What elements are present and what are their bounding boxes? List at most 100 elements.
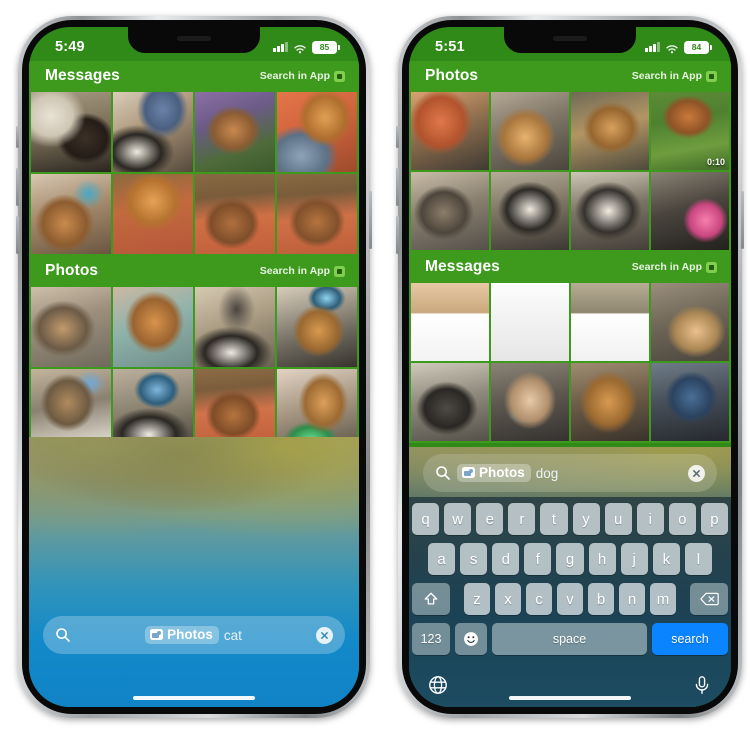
photo-cell[interactable] bbox=[651, 172, 729, 250]
photo-cell[interactable] bbox=[31, 287, 111, 367]
app-store-icon bbox=[334, 265, 345, 277]
search-key[interactable]: search bbox=[652, 623, 728, 655]
photo-cell[interactable] bbox=[571, 92, 649, 170]
search-scope-token[interactable]: Photos bbox=[145, 626, 219, 644]
volume-up-button[interactable] bbox=[16, 168, 19, 206]
key-i[interactable]: i bbox=[636, 503, 664, 535]
key-s[interactable]: s bbox=[460, 543, 488, 575]
photo-cell[interactable] bbox=[571, 283, 649, 361]
microphone-icon[interactable] bbox=[692, 675, 712, 695]
globe-icon[interactable] bbox=[428, 675, 448, 695]
key-o[interactable]: o bbox=[668, 503, 696, 535]
photo-cell[interactable] bbox=[491, 172, 569, 250]
photo-cell[interactable] bbox=[491, 283, 569, 361]
section-header-messages: Messages Search in App bbox=[409, 252, 731, 283]
key-c[interactable]: c bbox=[526, 583, 552, 615]
search-in-app-button[interactable]: Search in App bbox=[260, 70, 345, 82]
search-bar[interactable]: Photos cat bbox=[43, 616, 345, 654]
search-token-label: Photos bbox=[479, 465, 525, 480]
emoji-icon[interactable] bbox=[455, 623, 487, 655]
photo-cell[interactable] bbox=[195, 287, 275, 367]
photo-cell[interactable] bbox=[491, 92, 569, 170]
key-b[interactable]: b bbox=[588, 583, 614, 615]
key-g[interactable]: g bbox=[556, 543, 584, 575]
row-spacer bbox=[455, 583, 459, 615]
phone-right: 5:51 84 Photos Search in App 0:10 Messag… bbox=[396, 16, 744, 718]
search-in-app-button[interactable]: Search in App bbox=[632, 70, 717, 82]
key-d[interactable]: d bbox=[492, 543, 520, 575]
photo-cell[interactable] bbox=[31, 174, 111, 254]
wifi-icon bbox=[293, 42, 307, 53]
photo-cell[interactable] bbox=[277, 287, 357, 367]
photo-cell[interactable] bbox=[277, 92, 357, 172]
photo-cell[interactable] bbox=[31, 92, 111, 172]
key-h[interactable]: h bbox=[588, 543, 616, 575]
search-scope-token[interactable]: Photos bbox=[457, 464, 531, 482]
photo-cell[interactable] bbox=[113, 92, 193, 172]
earpiece-speaker bbox=[553, 36, 587, 41]
key-w[interactable]: w bbox=[444, 503, 472, 535]
photo-cell[interactable] bbox=[411, 363, 489, 441]
key-a[interactable]: a bbox=[428, 543, 456, 575]
key-e[interactable]: e bbox=[476, 503, 504, 535]
photo-cell[interactable] bbox=[195, 92, 275, 172]
search-in-app-label: Search in App bbox=[259, 70, 330, 82]
photo-cell[interactable] bbox=[411, 172, 489, 250]
key-u[interactable]: u bbox=[604, 503, 632, 535]
clear-circle-icon[interactable] bbox=[316, 626, 333, 644]
space-key[interactable]: space bbox=[492, 623, 647, 655]
key-y[interactable]: y bbox=[572, 503, 600, 535]
photo-cell[interactable] bbox=[277, 174, 357, 254]
screenshot-canvas: 5:49 85 Messages Search in App Photos Se… bbox=[0, 0, 750, 734]
shift-icon[interactable] bbox=[412, 583, 450, 615]
volume-up-button[interactable] bbox=[396, 168, 399, 206]
battery-icon: 85 bbox=[312, 40, 340, 54]
power-button[interactable] bbox=[369, 191, 372, 249]
section-header-photos: Photos Search in App bbox=[409, 61, 731, 92]
photo-cell[interactable] bbox=[113, 287, 193, 367]
key-v[interactable]: v bbox=[557, 583, 583, 615]
photo-cell[interactable] bbox=[571, 363, 649, 441]
photo-cell[interactable] bbox=[651, 363, 729, 441]
power-button[interactable] bbox=[741, 191, 744, 249]
photo-cell[interactable] bbox=[113, 174, 193, 254]
photo-grid-messages bbox=[29, 92, 359, 256]
photo-cell[interactable] bbox=[411, 92, 489, 170]
photo-cell[interactable] bbox=[411, 283, 489, 361]
photo-cell[interactable]: 0:10 bbox=[651, 92, 729, 170]
key-x[interactable]: x bbox=[495, 583, 521, 615]
photo-cell[interactable] bbox=[571, 172, 649, 250]
home-indicator[interactable] bbox=[509, 696, 631, 700]
key-r[interactable]: r bbox=[508, 503, 536, 535]
status-time: 5:49 bbox=[55, 39, 85, 55]
backspace-icon[interactable] bbox=[690, 583, 728, 615]
volume-down-button[interactable] bbox=[16, 216, 19, 254]
key-q[interactable]: q bbox=[412, 503, 440, 535]
app-store-icon bbox=[334, 70, 345, 82]
photo-cell[interactable] bbox=[651, 283, 729, 361]
key-n[interactable]: n bbox=[619, 583, 645, 615]
mute-switch[interactable] bbox=[16, 126, 19, 148]
key-j[interactable]: j bbox=[620, 543, 648, 575]
home-indicator[interactable] bbox=[133, 696, 255, 700]
photo-grid-messages bbox=[409, 283, 731, 443]
key-p[interactable]: p bbox=[700, 503, 728, 535]
mute-switch[interactable] bbox=[396, 126, 399, 148]
numbers-key[interactable]: 123 bbox=[412, 623, 450, 655]
search-in-app-button[interactable]: Search in App bbox=[632, 261, 717, 273]
search-in-app-button[interactable]: Search in App bbox=[260, 265, 345, 277]
key-m[interactable]: m bbox=[650, 583, 676, 615]
search-icon bbox=[435, 465, 451, 481]
key-k[interactable]: k bbox=[652, 543, 680, 575]
key-t[interactable]: t bbox=[540, 503, 568, 535]
keyboard-row-4: 123 space search bbox=[412, 623, 728, 655]
key-f[interactable]: f bbox=[524, 543, 552, 575]
key-l[interactable]: l bbox=[684, 543, 712, 575]
photo-cell[interactable] bbox=[491, 363, 569, 441]
photo-cell[interactable] bbox=[195, 174, 275, 254]
clear-circle-icon[interactable] bbox=[688, 464, 705, 482]
cellular-bars-icon bbox=[645, 42, 660, 52]
key-z[interactable]: z bbox=[464, 583, 490, 615]
search-bar[interactable]: Photos dog bbox=[423, 454, 717, 492]
volume-down-button[interactable] bbox=[396, 216, 399, 254]
